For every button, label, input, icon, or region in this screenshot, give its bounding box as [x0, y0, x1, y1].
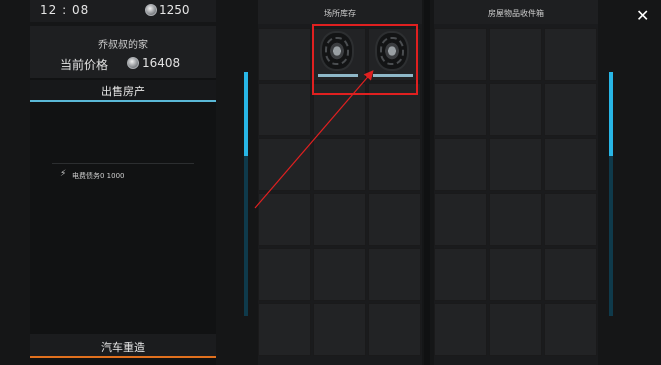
inventory-slot[interactable] [489, 303, 542, 356]
inventory-slot[interactable] [544, 193, 597, 246]
house-inbox-scrollbar[interactable] [609, 72, 613, 316]
inventory-slot[interactable] [544, 28, 597, 81]
inventory-slot[interactable] [434, 138, 487, 191]
inventory-slot[interactable] [544, 303, 597, 356]
inventory-slot[interactable] [489, 28, 542, 81]
inventory-slot[interactable] [489, 83, 542, 136]
house-inbox-title: 房屋物品收件箱 [488, 9, 544, 18]
inventory-slot[interactable] [434, 248, 487, 301]
inventory-slot[interactable] [544, 83, 597, 136]
inventory-slot[interactable] [434, 28, 487, 81]
house-inbox-header: 房屋物品收件箱 [434, 0, 598, 24]
scrollbar-thumb[interactable] [609, 72, 613, 156]
inventory-slot[interactable] [489, 193, 542, 246]
inventory-slot[interactable] [489, 248, 542, 301]
panel-divider [424, 0, 430, 365]
house-inbox-panel: 房屋物品收件箱 [434, 0, 598, 365]
house-inbox-grid [434, 28, 597, 356]
inventory-slot[interactable] [544, 138, 597, 191]
close-icon[interactable]: ✕ [636, 6, 649, 25]
inventory-slot[interactable] [489, 138, 542, 191]
inventory-slot[interactable] [434, 83, 487, 136]
inventory-slot[interactable] [434, 303, 487, 356]
inventory-slot[interactable] [544, 248, 597, 301]
inventory-slot[interactable] [434, 193, 487, 246]
